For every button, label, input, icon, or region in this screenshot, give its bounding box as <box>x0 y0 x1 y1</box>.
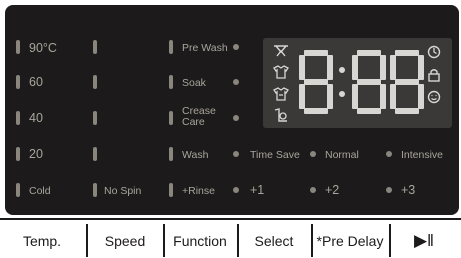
timer-icon <box>427 45 441 59</box>
spin-indicator-bar <box>93 75 97 89</box>
start-pause-button[interactable]: ▶‖ <box>391 226 457 256</box>
indicator-bar <box>16 147 20 161</box>
option-dot <box>310 187 316 193</box>
eco-icon <box>274 108 287 122</box>
pre-delay-button[interactable]: *Pre Delay <box>313 226 387 256</box>
digit-display <box>263 38 452 128</box>
select-button[interactable]: Select <box>239 226 309 256</box>
option-indicator-bar <box>169 40 173 54</box>
option-indicator-bar <box>169 183 173 197</box>
spin-no-spin[interactable]: No Spin <box>104 184 141 198</box>
function-button[interactable]: Function <box>165 226 235 256</box>
rinse-plus-3[interactable]: +3 <box>401 183 415 197</box>
option-dot <box>386 187 392 193</box>
digit-8-third <box>390 50 424 114</box>
temperature-40[interactable]: 40 <box>29 111 43 125</box>
prewash-icon <box>274 45 288 57</box>
option-crease-care[interactable]: Crease Care <box>182 106 222 128</box>
option-indicator-bar <box>169 147 173 161</box>
shirt-icon <box>273 65 289 79</box>
option-dot <box>233 79 239 85</box>
indicator-bar <box>16 183 20 197</box>
option-dot <box>233 187 239 193</box>
temperature-cold[interactable]: Cold <box>29 184 51 198</box>
lock-icon <box>428 69 440 82</box>
indicator-bar <box>16 75 20 89</box>
indicator-bar <box>16 111 20 125</box>
digit-8-second <box>352 50 386 114</box>
spin-indicator-bar <box>93 40 97 54</box>
option-dot <box>233 44 239 50</box>
control-panel: 90°C 60 40 20 Cold No Spin Pre Wash Soak… <box>5 5 459 215</box>
option-indicator-bar <box>169 111 173 125</box>
speed-button[interactable]: Speed <box>88 226 162 256</box>
rinse-plus-1[interactable]: +1 <box>250 183 264 197</box>
temperature-20[interactable]: 20 <box>29 147 43 161</box>
spin-indicator-bar <box>93 111 97 125</box>
spin-indicator-bar <box>93 183 97 197</box>
option-dot <box>310 151 316 157</box>
rinse-plus-2[interactable]: +2 <box>325 183 339 197</box>
option-dot <box>233 151 239 157</box>
temperature-60[interactable]: 60 <box>29 75 43 89</box>
spin-indicator-bar <box>93 147 97 161</box>
wash-time-save[interactable]: Time Save <box>250 148 300 162</box>
option-indicator-bar <box>169 75 173 89</box>
indicator-bar <box>16 40 20 54</box>
dryer-icon <box>273 87 289 101</box>
button-bar: Temp. Speed Function Select *Pre Delay ▶… <box>0 218 461 258</box>
temp-button[interactable]: Temp. <box>4 226 80 256</box>
smile-icon <box>427 90 441 104</box>
option-dot <box>233 115 239 121</box>
temperature-90[interactable]: 90°C <box>29 41 57 55</box>
option-soak[interactable]: Soak <box>182 76 206 90</box>
digit-8-first <box>299 50 333 114</box>
wash-intensive[interactable]: Intensive <box>401 148 443 162</box>
divider-line <box>0 218 461 220</box>
option-pre-wash[interactable]: Pre Wash <box>182 41 228 55</box>
option-rinse[interactable]: +Rinse <box>182 184 215 198</box>
option-dot <box>386 151 392 157</box>
option-wash[interactable]: Wash <box>182 148 208 162</box>
wash-normal[interactable]: Normal <box>325 148 359 162</box>
